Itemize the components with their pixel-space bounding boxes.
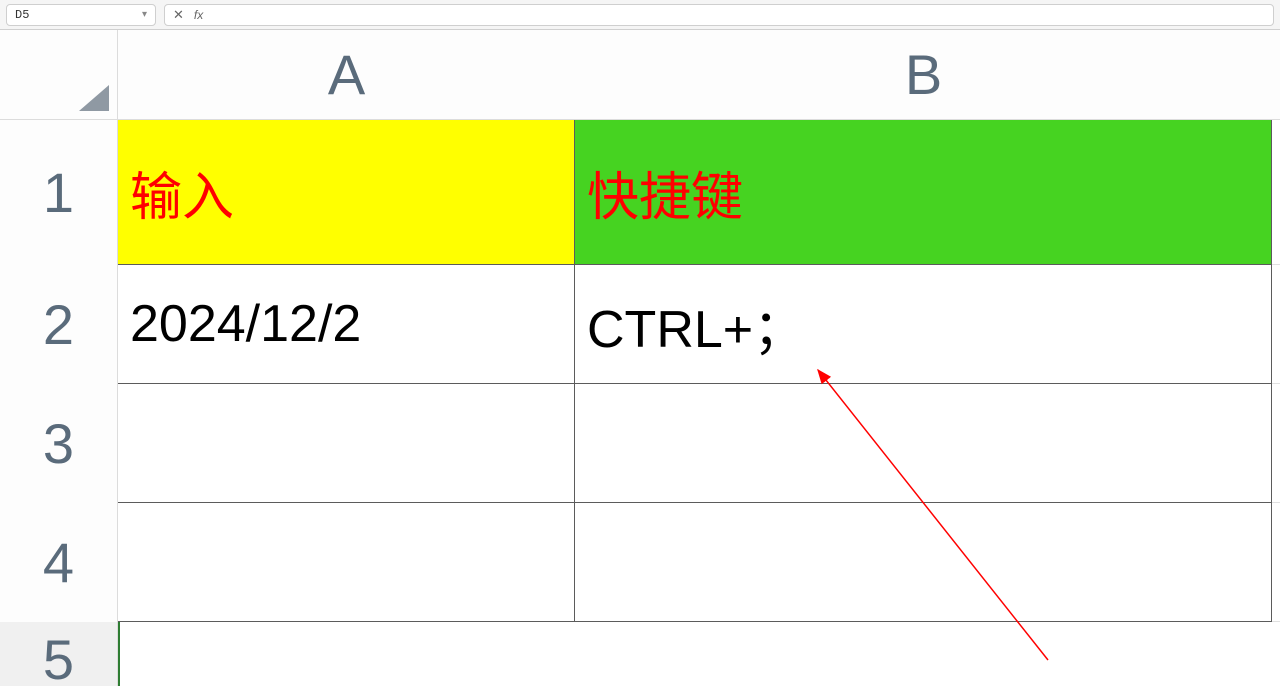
cell-edge-4: [1272, 503, 1280, 622]
cell-B5[interactable]: [575, 622, 1272, 686]
name-box-value: D5: [15, 8, 29, 22]
cell-B2[interactable]: CTRL+；: [575, 265, 1272, 384]
cell-B1[interactable]: 快捷键: [575, 120, 1272, 265]
cell-A3[interactable]: [118, 384, 575, 503]
formula-input-wrap: ✕ fx: [164, 4, 1274, 26]
chevron-down-icon: ▾: [142, 9, 147, 21]
cell-edge-1: [1272, 120, 1280, 265]
row-header-3[interactable]: 3: [0, 384, 118, 503]
formula-input[interactable]: [213, 7, 1265, 23]
spreadsheet-grid: A B 1 输入 快捷键 2 2024/12/2 CTRL+； 3 4 5: [0, 30, 1280, 686]
cancel-icon[interactable]: ✕: [173, 7, 184, 23]
cell-A2[interactable]: 2024/12/2: [118, 265, 575, 384]
select-all-corner[interactable]: [0, 30, 118, 120]
cell-A1[interactable]: 输入: [118, 120, 575, 265]
row-header-4[interactable]: 4: [0, 503, 118, 622]
column-header-B[interactable]: B: [575, 30, 1272, 120]
cell-A4[interactable]: [118, 503, 575, 622]
cell-edge-2: [1272, 265, 1280, 384]
name-box[interactable]: D5 ▾: [6, 4, 156, 26]
cell-A5[interactable]: [118, 622, 575, 686]
cell-edge-3: [1272, 384, 1280, 503]
cell-edge-5: [1272, 622, 1280, 686]
column-header-edge: [1272, 30, 1280, 120]
cell-B4[interactable]: [575, 503, 1272, 622]
row-header-1[interactable]: 1: [0, 120, 118, 265]
fx-label[interactable]: fx: [194, 8, 203, 22]
row-header-2[interactable]: 2: [0, 265, 118, 384]
column-header-A[interactable]: A: [118, 30, 575, 120]
formula-bar: D5 ▾ ✕ fx: [0, 0, 1280, 30]
row-header-5[interactable]: 5: [0, 622, 118, 686]
cell-B3[interactable]: [575, 384, 1272, 503]
